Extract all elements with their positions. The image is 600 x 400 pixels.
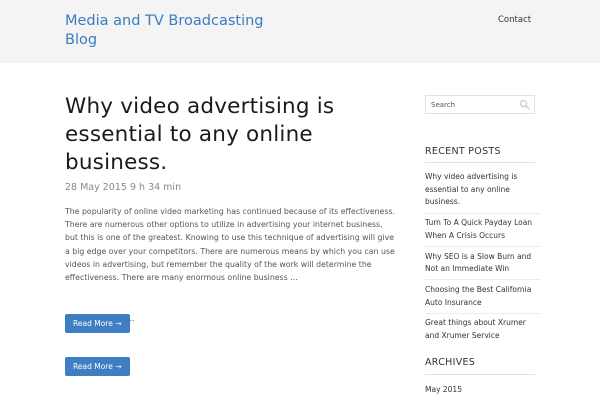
search-icon[interactable]: [519, 99, 530, 110]
archives-heading: ARCHIVES: [425, 357, 476, 368]
post-date: 28 May 2015 9 h 34 min: [65, 182, 182, 193]
recent-post-link[interactable]: Great things about Xrumer and Xrumer Ser…: [425, 317, 540, 346]
read-more-button[interactable]: Read More →: [65, 314, 130, 333]
site-title-link[interactable]: Media and TV Broadcasting Blog: [65, 12, 295, 50]
archive-link-may-2015[interactable]: May 2015: [425, 385, 462, 394]
excerpt-ellipsis: …: [127, 314, 135, 323]
recent-post-link[interactable]: Why SEO is a Slow Burn and Not an Immedi…: [425, 251, 540, 281]
recent-post-link[interactable]: Choosing the Best California Auto Insura…: [425, 284, 540, 314]
widget-divider: [425, 162, 535, 163]
recent-post-link[interactable]: Turn To A Quick Payday Loan When A Crisi…: [425, 217, 540, 248]
search-input[interactable]: [426, 96, 516, 113]
widget-divider: [425, 374, 535, 375]
post-excerpt: The popularity of online video marketing…: [65, 207, 395, 283]
nav-item-contact[interactable]: Contact: [498, 15, 531, 25]
recent-posts-list: Why video advertising is essential to an…: [425, 171, 540, 350]
recent-post-link[interactable]: Why video advertising is essential to an…: [425, 171, 540, 214]
post-title[interactable]: Why video advertising is essential to an…: [65, 93, 385, 177]
site-header: Media and TV Broadcasting Blog Contact: [0, 0, 600, 63]
search-form: [425, 95, 535, 114]
read-more-button-2[interactable]: Read More →: [65, 357, 130, 376]
recent-posts-heading: RECENT POSTS: [425, 146, 501, 157]
